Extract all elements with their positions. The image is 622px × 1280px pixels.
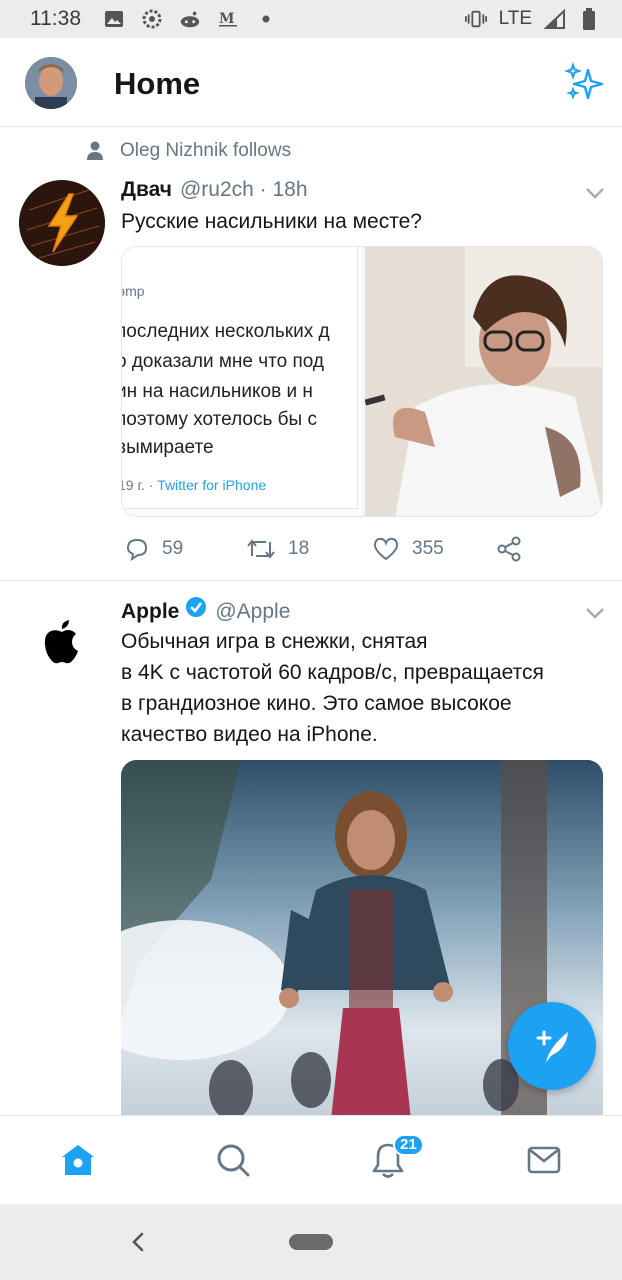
settings-gear-icon xyxy=(141,9,163,29)
retweet-count: 18 xyxy=(288,538,310,559)
tweet-divider xyxy=(0,580,622,581)
home-gesture-pill[interactable] xyxy=(289,1234,333,1250)
author-name[interactable]: Apple xyxy=(121,600,179,624)
screenshot-source: 19 г. · Twitter for iPhone xyxy=(122,477,266,493)
vibrate-icon xyxy=(464,9,487,29)
share-icon xyxy=(497,536,521,562)
reply-count: 59 xyxy=(162,538,184,559)
heart-icon xyxy=(373,537,399,561)
bottom-tab-bar xyxy=(0,1115,622,1204)
mail-icon xyxy=(527,1146,561,1174)
tweet-author-avatar[interactable] xyxy=(19,180,105,266)
home-icon xyxy=(62,1145,94,1175)
screenshot-line: о доказали мне что под xyxy=(122,351,324,372)
back-arrow-icon[interactable] xyxy=(128,1228,148,1256)
tweet-media[interactable]: эmp последних нескольких д о доказали мн… xyxy=(121,246,603,517)
compose-tweet-button[interactable] xyxy=(508,1002,596,1090)
author-handle: @Apple xyxy=(215,600,291,623)
system-icons: LTE xyxy=(464,8,600,30)
network-type: LTE xyxy=(498,8,532,29)
page-title: Home xyxy=(114,66,201,101)
social-context-text: Oleg Nizhnik follows xyxy=(120,140,292,161)
chevron-down-icon[interactable] xyxy=(584,606,606,620)
screen: 11:38 M LTE Home Oleg Nizhnik follows Дв… xyxy=(0,0,622,1280)
tweet-text-line: в 4K с частотой 60 кадров/с, превращаетс… xyxy=(121,661,544,684)
dot-icon xyxy=(255,9,277,29)
tweet-text-line: Обычная игра в снежки, снятая xyxy=(121,630,428,653)
profile-avatar[interactable] xyxy=(25,57,77,109)
tab-messages[interactable] xyxy=(524,1140,564,1180)
like-button[interactable]: 355 xyxy=(372,536,444,562)
tweet-header: Двач @ru2ch · 18h xyxy=(121,178,308,202)
author-handle-time: @ru2ch · 18h xyxy=(179,178,308,201)
share-button[interactable] xyxy=(496,536,536,562)
system-navigation-bar xyxy=(0,1204,622,1280)
tab-home[interactable] xyxy=(58,1140,98,1180)
tweet-text-line: в грандиозное кино. Это самое высокое xyxy=(121,692,512,715)
tweet-header: Apple @Apple xyxy=(121,596,290,624)
signal-icon xyxy=(544,9,566,29)
chevron-down-icon[interactable] xyxy=(584,186,606,200)
status-time: 11:38 xyxy=(30,7,81,30)
reddit-icon xyxy=(179,9,201,29)
apple-logo-avatar[interactable] xyxy=(42,618,82,664)
sparkle-icon[interactable] xyxy=(563,61,604,102)
like-count: 355 xyxy=(412,538,444,559)
person-icon xyxy=(87,141,103,160)
screenshot-app: Twitter for iPhone xyxy=(157,477,267,493)
search-icon xyxy=(217,1144,250,1177)
author-name[interactable]: Двач xyxy=(121,178,172,202)
screenshot-line: последних нескольких д xyxy=(122,321,330,342)
gallery-icon xyxy=(103,9,125,29)
retweet-icon xyxy=(247,539,275,559)
screenshot-line: ин на насильников и н xyxy=(122,381,313,402)
tweet-text-line: качество видео на iPhone. xyxy=(121,723,378,746)
verified-badge-icon xyxy=(186,597,207,617)
screenshot-prefix: эmp xyxy=(122,283,145,299)
status-bar: 11:38 M LTE xyxy=(0,0,622,38)
reply-button[interactable]: 59 xyxy=(124,536,183,562)
gmail-icon: M xyxy=(217,9,239,29)
top-app-bar: Home xyxy=(0,38,622,127)
tweet-actions: 59 18 355 xyxy=(0,530,622,570)
battery-icon xyxy=(578,8,600,30)
reply-icon xyxy=(126,538,148,562)
screenshot-date: 19 г. · xyxy=(122,477,154,493)
notifications-badge: 21 xyxy=(393,1134,424,1156)
notification-icons: M xyxy=(103,9,277,29)
compose-feather-icon xyxy=(536,1030,568,1062)
retweet-button[interactable]: 18 xyxy=(246,536,309,562)
quoted-screenshot-card: эmp последних нескольких д о доказали мн… xyxy=(122,247,358,509)
media-screenshot: эmp последних нескольких д о доказали мн… xyxy=(122,247,362,516)
tweet-text: Обычная игра в снежки, снятая в 4K с час… xyxy=(121,626,544,750)
svg-text:M: M xyxy=(219,11,235,27)
tweet-text: Русские насильники на месте? xyxy=(121,210,422,233)
screenshot-line: вымираете xyxy=(122,437,214,458)
screenshot-line: поэтому хотелось бы с xyxy=(122,409,317,430)
social-context: Oleg Nizhnik follows xyxy=(86,140,291,162)
tab-search[interactable] xyxy=(213,1140,253,1180)
media-photo xyxy=(365,247,602,516)
